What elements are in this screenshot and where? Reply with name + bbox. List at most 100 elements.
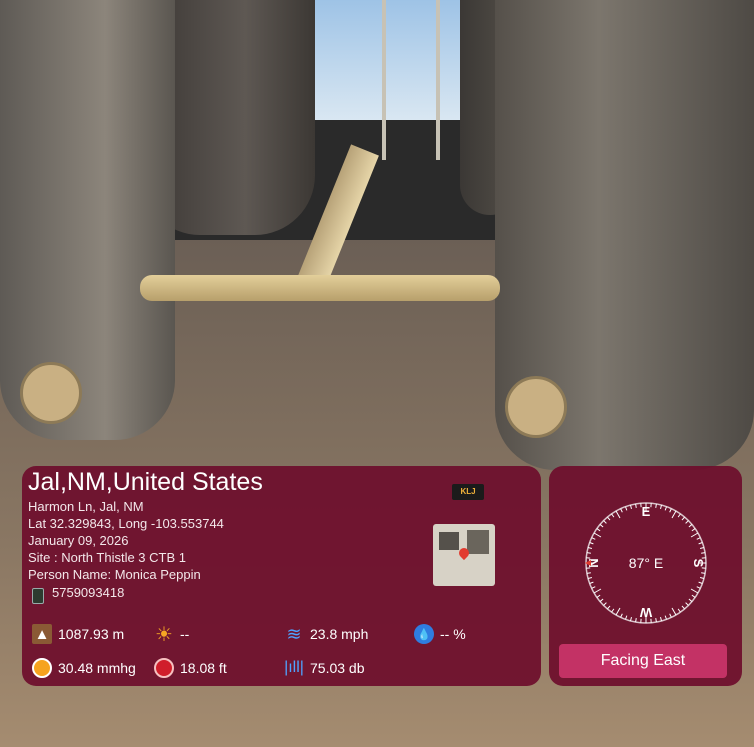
compass-tick xyxy=(603,602,607,606)
altitude-stat: ▲ 1087.93 m xyxy=(32,624,124,644)
compass-dial: 87° E N E S W xyxy=(585,502,707,624)
compass-tick xyxy=(593,588,602,594)
depth-value: 18.08 ft xyxy=(180,660,227,676)
compass-tick xyxy=(625,506,628,511)
depth-stat: 18.08 ft xyxy=(154,658,227,678)
compass-tick xyxy=(669,613,672,618)
pressure-value: 30.48 mmhg xyxy=(58,660,136,676)
compass-tick xyxy=(660,616,663,622)
compass-tick xyxy=(586,552,591,554)
person-line: Person Name: Monica Peppin xyxy=(28,567,201,582)
compass-tick xyxy=(690,588,699,594)
compass-tick xyxy=(698,542,703,545)
compass-tick xyxy=(677,513,681,518)
compass-tick xyxy=(629,616,632,622)
depth-icon xyxy=(154,658,174,678)
compass-tick xyxy=(587,546,593,549)
compass-tick xyxy=(699,546,705,549)
compass-tick xyxy=(596,594,601,598)
compass-tick xyxy=(611,608,615,613)
compass-tick xyxy=(669,508,672,513)
pipe-horizontal xyxy=(140,275,500,301)
compass-heading: 87° E xyxy=(629,555,663,571)
weather-stat: ☀ -- xyxy=(154,623,190,646)
humidity-value: -- % xyxy=(440,626,466,642)
compass-tick xyxy=(688,524,693,528)
compass-tick xyxy=(696,586,701,589)
sound-wave-icon: |ıll| xyxy=(284,659,304,676)
compass-tick xyxy=(698,581,703,584)
compass-tick xyxy=(603,520,607,524)
sound-value: 75.03 db xyxy=(310,660,365,676)
compass-tick xyxy=(701,552,706,554)
compass-west: W xyxy=(639,605,652,620)
mini-map[interactable] xyxy=(433,524,495,586)
compass-tick xyxy=(696,537,701,540)
compass-tick xyxy=(620,613,623,618)
humidity-icon: 💧 xyxy=(414,624,434,644)
compass-tick xyxy=(596,528,601,532)
pressure-stat: 30.48 mmhg xyxy=(32,658,136,678)
ladder xyxy=(382,0,440,160)
compass-tick xyxy=(691,594,696,598)
compass-tick xyxy=(611,513,615,518)
phone-number: 5759093418 xyxy=(52,585,125,600)
compass-east: E xyxy=(642,504,651,519)
location-info-panel: Jal,NM,United States Harmon Ln, Jal, NM … xyxy=(22,466,541,686)
compass-tick xyxy=(699,577,705,580)
compass-tick xyxy=(664,506,667,511)
compass-tick xyxy=(589,581,594,584)
wind-stat: ≋ 23.8 mph xyxy=(284,624,368,644)
company-logo: KLJ xyxy=(452,484,484,500)
compass-tick xyxy=(607,605,611,610)
compass-tick xyxy=(671,607,677,616)
compass-tick xyxy=(591,586,596,589)
compass-tick xyxy=(681,516,685,521)
compass-tick xyxy=(615,510,621,519)
compass-tick xyxy=(660,504,663,510)
address-line: Harmon Ln, Jal, NM xyxy=(28,499,144,514)
compass-tick xyxy=(655,503,657,508)
compass-tick xyxy=(685,520,689,524)
flange-left xyxy=(20,362,82,424)
compass-tick xyxy=(677,608,681,613)
compass-tick xyxy=(587,577,593,580)
compass-tick xyxy=(625,615,628,620)
compass-tick xyxy=(635,618,637,623)
wind-icon: ≋ xyxy=(286,623,302,644)
weather-value: -- xyxy=(180,626,190,642)
compass-tick xyxy=(681,605,685,610)
compass-tick xyxy=(586,572,591,574)
compass-tick xyxy=(701,572,706,574)
map-building xyxy=(439,532,459,550)
compass-tick xyxy=(629,504,632,510)
map-building xyxy=(467,530,489,554)
humidity-stat: 💧 -- % xyxy=(414,624,466,644)
compass-tick xyxy=(599,598,604,602)
date-line: January 09, 2026 xyxy=(28,533,129,548)
compass-tick xyxy=(615,607,621,616)
coordinates-line: Lat 32.329843, Long -103.553744 xyxy=(28,516,224,531)
compass-tick xyxy=(655,618,657,623)
wind-value: 23.8 mph xyxy=(310,626,369,642)
compass-south: S xyxy=(691,559,706,568)
sun-icon: ☀ xyxy=(155,623,173,646)
compass-tick xyxy=(620,508,623,513)
compass-tick xyxy=(685,602,689,606)
compass-tick xyxy=(591,537,596,540)
compass-tick xyxy=(688,598,693,602)
mountain-icon: ▲ xyxy=(32,624,52,644)
compass-panel: 87° E N E S W Facing East xyxy=(549,466,742,686)
compass-tick xyxy=(671,510,677,519)
compass-tick xyxy=(690,532,699,538)
sound-stat: |ıll| 75.03 db xyxy=(284,658,365,678)
compass-tick xyxy=(593,532,602,538)
location-title: Jal,NM,United States xyxy=(28,468,263,496)
compass-tick xyxy=(635,503,637,508)
compass-tick xyxy=(607,516,611,521)
compass-tick xyxy=(589,542,594,545)
phone-icon xyxy=(32,588,44,604)
facing-direction-button[interactable]: Facing East xyxy=(559,644,727,678)
gauge-icon xyxy=(32,658,52,678)
compass-tick xyxy=(691,528,696,532)
